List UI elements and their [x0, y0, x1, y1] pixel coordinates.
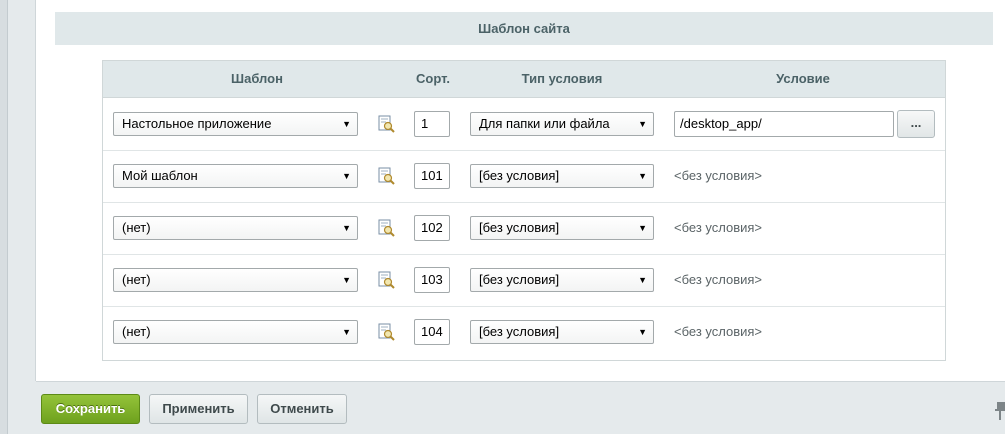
sort-input[interactable]: 103: [414, 267, 450, 293]
apply-button[interactable]: Применить: [149, 394, 248, 424]
chevron-down-icon: ▼: [638, 171, 647, 181]
column-header-condition: Условие: [776, 71, 830, 86]
template-grid: Шаблон Сорт. Тип условия Условие Настоль…: [102, 60, 946, 361]
chevron-down-icon: ▼: [638, 119, 647, 129]
sort-input[interactable]: 1: [414, 111, 450, 137]
chevron-down-icon: ▼: [342, 275, 351, 285]
chevron-down-icon: ▼: [638, 223, 647, 233]
cancel-button[interactable]: Отменить: [257, 394, 347, 424]
chevron-down-icon: ▼: [342, 171, 351, 181]
table-row: (нет) ▼ 103 [без условия] ▼ <без условия>: [103, 254, 945, 307]
condition-type-value: [без условия]: [479, 272, 560, 287]
edit-template-icon[interactable]: [377, 219, 395, 237]
column-header-template: Шаблон: [231, 71, 283, 86]
template-select[interactable]: (нет) ▼: [113, 216, 358, 240]
template-select-value: Настольное приложение: [122, 116, 272, 131]
chevron-down-icon: ▼: [342, 119, 351, 129]
condition-type-select[interactable]: [без условия] ▼: [470, 216, 654, 240]
chevron-down-icon: ▼: [638, 327, 647, 337]
chevron-down-icon: ▼: [342, 223, 351, 233]
template-select-value: (нет): [122, 220, 151, 235]
condition-type-select[interactable]: [без условия] ▼: [470, 320, 654, 344]
no-condition-label: <без условия>: [674, 168, 763, 183]
section-title: Шаблон сайта: [55, 12, 993, 45]
condition-type-select[interactable]: Для папки или файла ▼: [470, 112, 654, 136]
edit-template-icon[interactable]: [377, 323, 395, 341]
condition-type-value: [без условия]: [479, 220, 560, 235]
template-select[interactable]: Настольное приложение ▼: [113, 112, 358, 136]
table-row: (нет) ▼ 104 [без условия] ▼ <без условия>: [103, 306, 945, 358]
sort-input[interactable]: 101: [414, 163, 450, 189]
template-select[interactable]: Мой шаблон ▼: [113, 164, 358, 188]
grid-header: Шаблон Сорт. Тип условия Условие: [103, 61, 945, 98]
edit-template-icon[interactable]: [377, 115, 395, 133]
column-header-sort: Сорт.: [416, 71, 450, 86]
no-condition-label: <без условия>: [674, 324, 763, 339]
condition-input[interactable]: /desktop_app/: [674, 111, 894, 137]
template-select[interactable]: (нет) ▼: [113, 320, 358, 344]
sort-input[interactable]: 104: [414, 319, 450, 345]
edit-template-icon[interactable]: [377, 271, 395, 289]
template-select[interactable]: (нет) ▼: [113, 268, 358, 292]
no-condition-label: <без условия>: [674, 220, 763, 235]
table-row: Мой шаблон ▼ 101 [без условия] ▼ <без условия…: [103, 150, 945, 203]
browse-button[interactable]: ...: [897, 110, 935, 138]
condition-type-select[interactable]: [без условия] ▼: [470, 164, 654, 188]
table-row: (нет) ▼ 102 [без условия] ▼ <без условия>: [103, 202, 945, 255]
column-header-condition-type: Тип условия: [521, 71, 603, 86]
sort-input[interactable]: 102: [414, 215, 450, 241]
edit-template-icon[interactable]: [377, 167, 395, 185]
chevron-down-icon: ▼: [638, 275, 647, 285]
chevron-down-icon: ▼: [342, 327, 351, 337]
save-button[interactable]: Сохранить: [41, 394, 140, 424]
pin-icon[interactable]: [995, 402, 1005, 420]
no-condition-label: <без условия>: [674, 272, 763, 287]
template-select-value: (нет): [122, 272, 151, 287]
left-edge-strip: [0, 0, 8, 434]
table-row: Настольное приложение ▼ 1 Для папки или фай…: [103, 98, 945, 151]
template-select-value: Мой шаблон: [122, 168, 198, 183]
condition-type-value: Для папки или файла: [479, 116, 610, 131]
condition-type-value: [без условия]: [479, 324, 560, 339]
condition-type-select[interactable]: [без условия] ▼: [470, 268, 654, 292]
condition-type-value: [без условия]: [479, 168, 560, 183]
template-select-value: (нет): [122, 324, 151, 339]
